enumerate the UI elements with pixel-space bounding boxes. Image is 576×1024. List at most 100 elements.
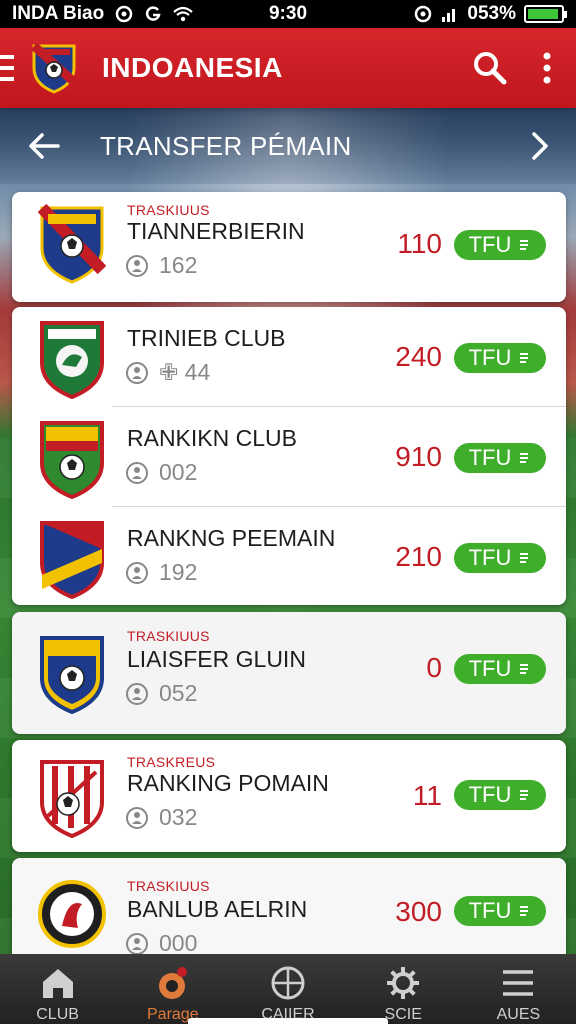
transfer-card[interactable]: TRASKIUUS TIANNERBIERIN 162 110 TFU: [12, 192, 566, 302]
player-count: 192: [125, 559, 197, 586]
status-bar: INDA Biao 9:30 053%: [0, 0, 576, 28]
home-icon: [42, 969, 73, 998]
transfer-value: 910: [395, 441, 442, 472]
club-name: RANKIKN CLUB: [127, 425, 297, 451]
signal-icon: [115, 5, 133, 23]
battery-fill: [528, 9, 559, 19]
club-crest-icon: [38, 880, 106, 948]
transfer-value: 110: [397, 228, 442, 259]
transfer-tag: TRASKIUUS: [127, 878, 210, 894]
club-name: LIAISFER GLUIN: [127, 646, 306, 672]
tfu-button[interactable]: TFU: [454, 343, 546, 373]
club-crest-icon: [40, 521, 104, 599]
nav-label: CLUB: [36, 1006, 79, 1023]
transfer-row[interactable]: TRASKIUUS TIANNERBIERIN 162 110 TFU: [12, 198, 566, 296]
transfer-row[interactable]: TRASKREUS RANKING POMAIN 032 11 TFU: [12, 746, 566, 844]
transfer-value: 210: [395, 541, 442, 572]
pin-icon: [158, 967, 187, 999]
player-count: 000: [125, 930, 197, 957]
club-name: RANKING POMAIN: [127, 770, 329, 796]
transfer-icon: [520, 240, 529, 250]
transfer-value: 300: [395, 896, 442, 927]
alarm-icon: [415, 5, 432, 23]
chevron-right-icon[interactable]: [530, 131, 550, 161]
club-name: RANKNG PEEMAIN: [127, 525, 336, 551]
transfer-card[interactable]: TRINIEB CLUB ✙ 44 240 TFU RANKIKN CLUB 0…: [12, 307, 566, 605]
transfer-icon: [520, 790, 529, 800]
club-crest-icon: [38, 204, 106, 284]
transfer-icon: [520, 553, 529, 563]
badge-label: TFU: [468, 656, 512, 681]
badge-label: TFU: [468, 445, 512, 470]
battery-icon: [524, 5, 567, 23]
person-icon: [126, 361, 148, 384]
transfer-card[interactable]: TRASKIUUS LIAISFER GLUIN 052 0 TFU: [12, 612, 566, 734]
transfer-row[interactable]: RANKIKN CLUB 002 910 TFU: [12, 407, 566, 505]
person-icon: [126, 932, 148, 955]
wifi-icon: [173, 6, 193, 22]
sub-header: TRANSFER PÉMAIN: [0, 108, 576, 184]
count-label: 032: [159, 804, 198, 830]
cell-signal-icon: [442, 9, 456, 22]
more-vert-icon[interactable]: [542, 52, 552, 84]
person-icon: [126, 806, 148, 829]
app-bar: INDOANESIA: [0, 28, 576, 108]
club-name: BANLUB AELRIN: [127, 896, 308, 922]
person-icon: [126, 461, 148, 484]
transfer-icon: [520, 664, 529, 674]
transfer-value: 0: [426, 652, 442, 683]
transfer-row[interactable]: TRINIEB CLUB ✙ 44 240 TFU: [12, 307, 566, 405]
app-title: INDOANESIA: [102, 52, 283, 83]
carrier-label: INDA Biao: [12, 3, 105, 24]
list-icon: [503, 970, 534, 996]
tfu-button[interactable]: TFU: [454, 780, 546, 810]
club-crest-icon: [40, 421, 104, 499]
person-icon: [126, 682, 148, 705]
crosshair-icon: [271, 966, 305, 1000]
nav-item-caiier[interactable]: CAIIER: [230, 954, 345, 1024]
club-crest-icon: [40, 321, 104, 399]
page-title: TRANSFER PÉMAIN: [100, 130, 352, 161]
transfer-card[interactable]: TRASKREUS RANKING POMAIN 032 11 TFU: [12, 740, 566, 852]
transfer-card[interactable]: TRASKIUUS BANLUB AELRIN 000 300 TFU: [12, 858, 566, 968]
bottom-nav: CLUB Parage CAIIER SCIE AUES: [0, 954, 576, 1024]
player-count: 032: [125, 804, 197, 831]
gear-icon: [387, 967, 420, 999]
club-name: TIANNERBIERIN: [127, 218, 305, 244]
g-icon: [146, 6, 161, 21]
nav-label: AUES: [496, 1006, 541, 1023]
arrow-left-icon[interactable]: [28, 132, 60, 160]
menu-icon[interactable]: [0, 55, 14, 81]
count-label: 000: [159, 930, 198, 956]
club-name: TRINIEB CLUB: [127, 325, 286, 351]
club-crest-icon: [40, 760, 104, 838]
nav-label: SCIE: [384, 1006, 422, 1023]
transfer-row[interactable]: TRASKIUUS BANLUB AELRIN 000 300 TFU: [12, 864, 566, 962]
person-icon: [126, 254, 148, 277]
battery-percent: 053%: [467, 3, 516, 24]
nav-item-club[interactable]: CLUB: [0, 954, 115, 1024]
badge-label: TFU: [468, 232, 512, 257]
transfer-value: 11: [412, 780, 442, 811]
transfer-row[interactable]: TRASKIUUS LIAISFER GLUIN 052 0 TFU: [12, 622, 566, 720]
tfu-button[interactable]: TFU: [454, 230, 546, 260]
tfu-button[interactable]: TFU: [454, 896, 546, 926]
nav-item-scie[interactable]: SCIE: [346, 954, 461, 1024]
count-label: 002: [159, 459, 198, 485]
badge-label: TFU: [468, 898, 512, 923]
tfu-button[interactable]: TFU: [454, 543, 546, 573]
transfer-row[interactable]: RANKNG PEEMAIN 192 210 TFU: [12, 507, 566, 605]
count-label: 052: [159, 680, 198, 706]
transfer-icon: [520, 353, 529, 363]
club-crest-icon: [40, 636, 104, 714]
tfu-button[interactable]: TFU: [454, 443, 546, 473]
transfer-icon: [520, 453, 529, 463]
count-label: ✙ 44: [159, 359, 211, 385]
search-icon[interactable]: [472, 50, 508, 86]
nav-item-parage[interactable]: Parage: [115, 954, 230, 1024]
tfu-button[interactable]: TFU: [454, 654, 546, 684]
player-count: 162: [125, 252, 197, 279]
nav-item-aues[interactable]: AUES: [461, 954, 576, 1024]
count-label: 162: [159, 252, 198, 278]
clock: 9:30: [268, 3, 308, 24]
